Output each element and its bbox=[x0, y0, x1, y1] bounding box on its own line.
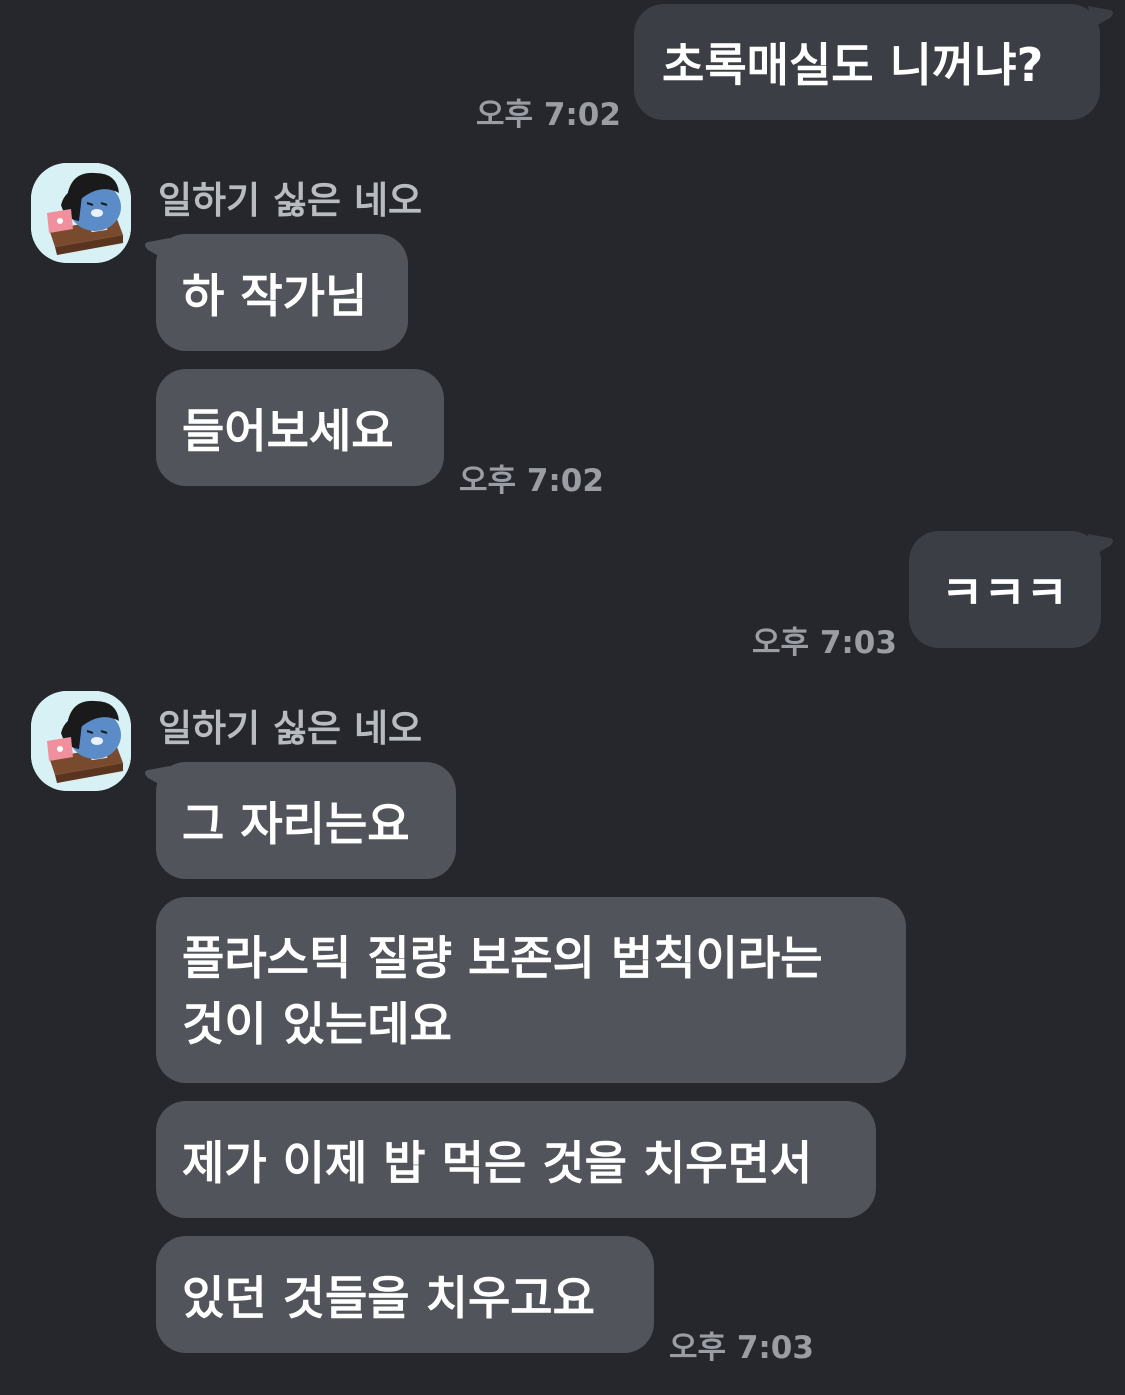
message-text: 초록매실도 니꺼냐? bbox=[662, 38, 1044, 92]
sender-avatar[interactable] bbox=[31, 163, 131, 263]
neo-character-avatar-icon bbox=[31, 691, 131, 791]
message-text: 플라스틱 질량 보존의 법칙이라는 것이 있는데요 bbox=[182, 931, 823, 1051]
message-text: ㅋㅋㅋ bbox=[941, 565, 1068, 620]
their-message-bubble[interactable]: 제가 이제 밥 먹은 것을 치우면서 bbox=[156, 1101, 876, 1218]
my-message-bubble[interactable]: 초록매실도 니꺼냐? bbox=[634, 4, 1100, 120]
message-text: 그 자리는요 bbox=[182, 796, 410, 851]
message-text: 있던 것들을 치우고요 bbox=[182, 1270, 595, 1325]
their-message-bubble[interactable]: 하 작가님 bbox=[156, 234, 408, 351]
their-message-bubble[interactable]: 그 자리는요 bbox=[156, 762, 456, 879]
sender-name: 일하기 싫은 네오 bbox=[158, 707, 423, 750]
message-text: 제가 이제 밥 먹은 것을 치우면서 bbox=[182, 1135, 813, 1190]
their-message-bubble[interactable]: 있던 것들을 치우고요 bbox=[156, 1236, 654, 1353]
bubble-tail-icon bbox=[145, 766, 170, 788]
message-timestamp: 오후 7:03 bbox=[669, 1330, 814, 1366]
message-text: 들어보세요 bbox=[182, 403, 394, 458]
my-message-bubble[interactable]: ㅋㅋㅋ bbox=[909, 531, 1101, 648]
message-timestamp: 오후 7:03 bbox=[752, 625, 897, 661]
message-timestamp: 오후 7:02 bbox=[476, 97, 621, 133]
sender-name: 일하기 싫은 네오 bbox=[158, 179, 423, 222]
bubble-tail-icon bbox=[1088, 534, 1113, 556]
neo-character-avatar-icon bbox=[31, 163, 131, 263]
their-message-bubble[interactable]: 들어보세요 bbox=[156, 369, 444, 486]
bubble-tail-icon bbox=[1088, 6, 1113, 28]
message-text: 하 작가님 bbox=[182, 268, 368, 323]
their-message-bubble[interactable]: 플라스틱 질량 보존의 법칙이라는 것이 있는데요 bbox=[156, 897, 906, 1083]
bubble-tail-icon bbox=[145, 238, 170, 260]
sender-avatar[interactable] bbox=[31, 691, 131, 791]
message-timestamp: 오후 7:02 bbox=[459, 463, 604, 499]
